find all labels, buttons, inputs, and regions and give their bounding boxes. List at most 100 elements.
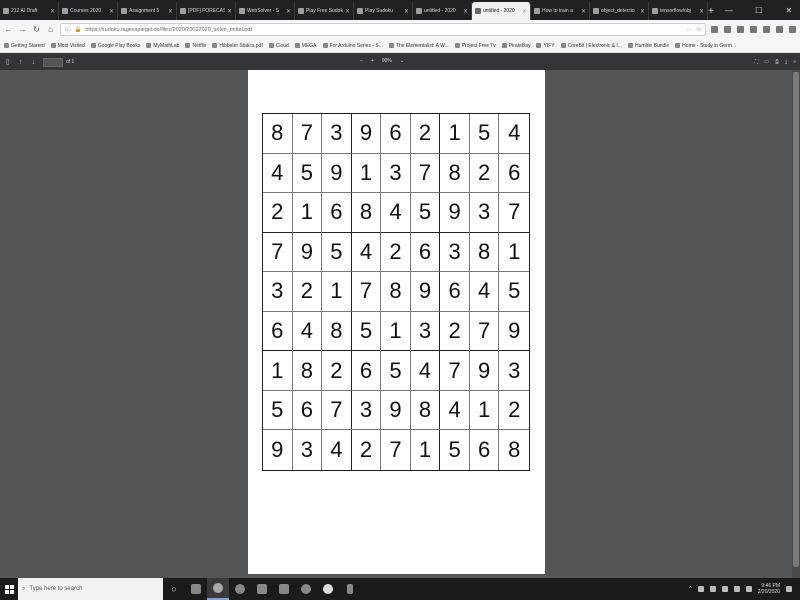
bookmark-item[interactable]: Google Play Books — [90, 43, 140, 49]
bookmark-label: Cloud — [275, 42, 289, 49]
bookmark-item[interactable]: The Elementalist: A W... — [388, 43, 449, 49]
tools-icon[interactable]: » — [793, 59, 796, 65]
clock[interactable]: 9:46 PM 2/20/2020 — [758, 583, 780, 595]
bookmark-item[interactable]: Most Visited — [50, 43, 85, 49]
bookmark-item[interactable]: For Arduino Series - S... — [322, 43, 383, 49]
tab-8[interactable]: untitled - 2020 ✕ — [472, 2, 531, 20]
tab-close-icon[interactable]: ✕ — [463, 8, 468, 15]
tab-close-icon[interactable]: ✕ — [50, 8, 55, 15]
zoom-dropdown-icon[interactable]: ⌄ — [400, 58, 404, 64]
bookmark-item[interactable]: YIFY — [536, 43, 555, 49]
tab-11[interactable]: tensorflow/obj ✕ — [649, 2, 708, 20]
notifications-icon[interactable] — [786, 586, 792, 592]
tab-close-icon[interactable]: ✕ — [699, 8, 704, 15]
tab-9[interactable]: How to train a ✕ — [531, 2, 590, 20]
tab-close-icon[interactable]: ✕ — [168, 8, 173, 15]
firefox-icon[interactable] — [207, 578, 229, 600]
home-icon[interactable]: ⌂ — [46, 25, 55, 34]
shield-icon[interactable] — [763, 26, 770, 33]
extension-icon[interactable] — [750, 26, 757, 33]
battery-icon[interactable] — [721, 586, 728, 592]
page-number-input[interactable] — [43, 57, 63, 67]
tab-1[interactable]: Courses 2020 ✕ — [59, 2, 118, 20]
tab-3[interactable]: [PDF] FORECAS ✕ — [177, 2, 236, 20]
app-icon[interactable] — [295, 578, 317, 600]
maximize-button[interactable]: ☐ — [744, 0, 774, 20]
bookmark-item[interactable]: Netflix — [185, 43, 206, 49]
sudoku-cell: 8 — [410, 390, 441, 431]
bookmark-item[interactable]: Cloud — [268, 42, 289, 49]
menu-icon[interactable] — [789, 26, 796, 33]
tab-close-icon[interactable]: ✕ — [581, 8, 586, 15]
bookmark-item[interactable]: PirateBay — [501, 43, 530, 49]
bookmark-item[interactable]: CoreBit | Electronic & I... — [560, 43, 622, 49]
bookmark-item[interactable]: Getting Started — [4, 43, 45, 49]
tab-close-icon[interactable]: ✕ — [522, 8, 527, 15]
dropbox-icon[interactable] — [709, 586, 716, 592]
bookmark-item[interactable]: MEGA — [294, 43, 317, 49]
sudoku-cell: 4 — [292, 311, 323, 352]
show-hidden-icons-icon[interactable]: ^ — [689, 586, 691, 592]
tab-10[interactable]: object_detectio ✕ — [590, 2, 649, 20]
sidebar-icon[interactable] — [737, 26, 744, 33]
scrollbar[interactable] — [792, 70, 800, 578]
tab-4[interactable]: WebSolver - S ✕ — [236, 2, 295, 20]
save-icon[interactable]: ⤓ — [785, 59, 787, 65]
ninja-app-icon[interactable] — [317, 578, 339, 600]
tab-close-icon[interactable]: ✕ — [404, 8, 409, 15]
task-view-icon[interactable]: ○ — [163, 578, 185, 600]
start-button[interactable] — [0, 578, 18, 600]
tab-close-icon[interactable]: ✕ — [286, 8, 291, 15]
tab-close-icon[interactable]: ✕ — [640, 8, 645, 15]
tab-7[interactable]: untitled - 2020 ✕ — [413, 2, 472, 20]
bookmark-item[interactable]: Home - Study in Germ... — [675, 43, 736, 49]
minimize-button[interactable]: — — [714, 0, 744, 20]
bookmark-item[interactable]: MyMathLab — [146, 43, 179, 49]
tab-6[interactable]: Play Sudoku ✕ — [354, 2, 413, 20]
zoom-select[interactable]: 90% — [382, 58, 392, 64]
library-icon[interactable] — [724, 26, 731, 33]
back-icon[interactable]: ← — [4, 25, 13, 34]
tab-close-icon[interactable]: ✕ — [109, 8, 114, 15]
info-icon[interactable]: ⓘ — [65, 26, 71, 34]
tab-favicon-icon — [3, 8, 9, 14]
maps-icon[interactable] — [339, 578, 361, 600]
sudoku-cell: 2 — [292, 272, 323, 312]
more-icon[interactable]: ··· — [687, 27, 693, 33]
bookmark-item[interactable]: Project Free Tv — [454, 43, 496, 49]
file-explorer-icon[interactable] — [251, 578, 273, 600]
bookmark-star-icon[interactable]: ☆ — [696, 27, 701, 33]
network-icon[interactable] — [733, 586, 740, 592]
download-icon[interactable] — [711, 26, 718, 33]
address-bar[interactable]: ⓘ 🔒 https://sudoku.tagesspiegel.de/files… — [60, 23, 706, 36]
firefox-alt-icon[interactable] — [229, 578, 251, 600]
open-file-icon[interactable]: ▭ — [764, 59, 769, 65]
bookmark-favicon-icon — [627, 43, 633, 48]
pdf-viewer[interactable]: 8739621544591378262168459377954263813217… — [0, 70, 800, 578]
tab-5[interactable]: Play Free Sudoku ✕ — [295, 2, 354, 20]
tab-0[interactable]: 212 AI Draft ✕ — [0, 2, 59, 20]
scrollbar-thumb[interactable] — [793, 72, 799, 567]
url-text[interactable]: https://sudoku.tagesspiegel.de/files/202… — [85, 27, 682, 33]
tab-2[interactable]: Assignment 5 ✕ — [118, 2, 177, 20]
tab-close-icon[interactable]: ✕ — [227, 8, 232, 15]
cloud-icon[interactable] — [697, 586, 704, 592]
volume-icon[interactable] — [745, 586, 752, 592]
sidebar-toggle-icon[interactable]: ▯ — [4, 59, 11, 66]
tab-close-icon[interactable]: ✕ — [345, 8, 350, 15]
close-window-button[interactable]: ✕ — [774, 0, 800, 20]
visual-studio-icon[interactable] — [273, 578, 295, 600]
print-icon[interactable]: ⎙ — [775, 59, 779, 65]
zoom-in-icon[interactable]: + — [371, 58, 374, 64]
taskbar-search[interactable]: ⌕ Type here to search — [18, 578, 163, 600]
reload-icon[interactable]: ↻ — [32, 25, 41, 34]
forward-icon[interactable]: → — [18, 25, 27, 34]
edge-icon[interactable] — [185, 578, 207, 600]
zoom-out-icon[interactable]: − — [360, 58, 363, 64]
presentation-icon[interactable]: ⛶ — [755, 59, 759, 65]
bookmark-item[interactable]: Hibbeler Statics.pdf — [212, 43, 263, 49]
previous-page-icon[interactable]: ↑ — [17, 59, 24, 66]
bookmark-item[interactable]: Humble Bundle — [627, 43, 669, 49]
next-page-icon[interactable]: ↓ — [30, 59, 37, 66]
account-icon[interactable] — [776, 26, 783, 33]
